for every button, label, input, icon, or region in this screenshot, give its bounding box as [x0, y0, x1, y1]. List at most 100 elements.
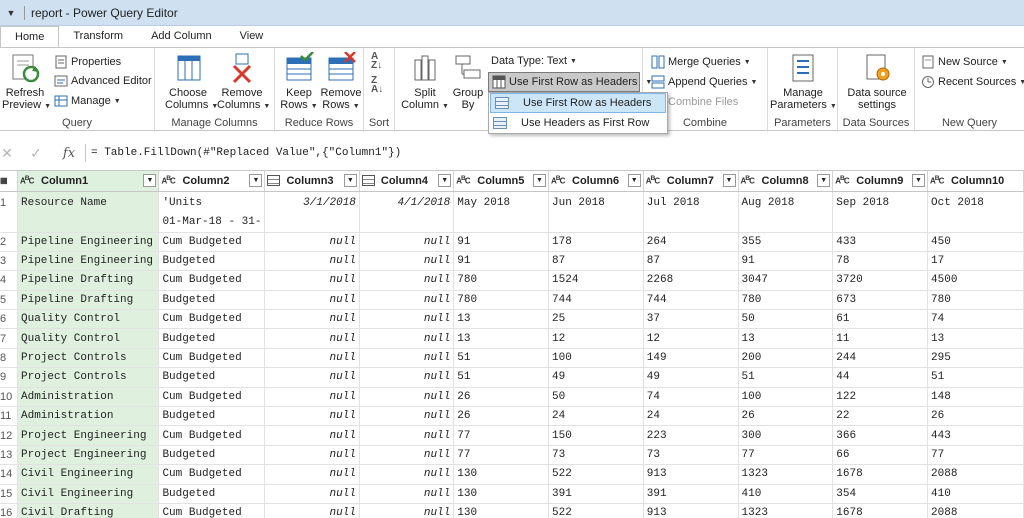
column-header-column7[interactable]: ABC Column7 ▼	[643, 171, 739, 192]
table-cell[interactable]: 91	[453, 251, 550, 272]
tab-home[interactable]: Home	[0, 26, 60, 49]
table-cell[interactable]: 148	[927, 387, 1024, 408]
table-cell[interactable]: 522	[548, 503, 644, 518]
column-header-column3[interactable]: Column3 ▼	[264, 171, 360, 192]
table-cell[interactable]: 100	[738, 387, 834, 408]
table-cell[interactable]: 1678	[832, 503, 929, 518]
table-cell[interactable]: 223	[643, 425, 739, 446]
table-cell[interactable]: 2088	[927, 464, 1024, 485]
column-header-column4[interactable]: Column4 ▼	[359, 171, 455, 192]
text-type-icon[interactable]: ABC	[161, 175, 177, 186]
menu-item-use-headers-as-first-row[interactable]: Use Headers as First Row	[489, 113, 667, 133]
table-cell[interactable]: Project Controls	[17, 348, 160, 369]
table-cell[interactable]: 100	[548, 348, 644, 369]
filter-dropdown-icon[interactable]: ▼	[627, 174, 641, 187]
menu-item-use-first-row[interactable]: Use First Row as Headers	[490, 93, 666, 113]
choose-columns-button[interactable]: Choose Columns ▼	[165, 52, 218, 113]
table-cell[interactable]: 26	[453, 406, 550, 427]
table-cell[interactable]: 24	[548, 406, 644, 427]
table-cell[interactable]: 780	[453, 270, 550, 291]
table-cell[interactable]: 295	[927, 348, 1024, 369]
customize-toolbar-icon[interactable]: ▼	[4, 6, 18, 20]
keep-rows-button[interactable]: Keep Rows ▼	[279, 51, 319, 113]
table-cell[interactable]: null	[264, 464, 360, 485]
table-cell[interactable]: 433	[832, 232, 929, 252]
data-source-settings-button[interactable]: Data source settings	[842, 52, 912, 111]
table-cell[interactable]: 51	[927, 367, 1024, 388]
fx-icon[interactable]: fx	[58, 146, 80, 161]
table-cell[interactable]: Oct 2018	[927, 191, 1024, 233]
table-cell[interactable]: 410	[927, 484, 1024, 504]
table-cell[interactable]: 91	[453, 232, 550, 252]
table-cell[interactable]: 410	[738, 484, 834, 504]
table-cell[interactable]: Project Engineering	[17, 445, 160, 466]
table-cell[interactable]: 122	[832, 387, 929, 408]
tab-transform[interactable]: Transform	[59, 26, 137, 48]
table-cell[interactable]: Jun 2018	[548, 191, 644, 233]
table-cell[interactable]: 'Units 01-Mar-18 - 31-	[158, 191, 266, 233]
filter-dropdown-icon[interactable]: ▼	[817, 174, 831, 187]
table-cell[interactable]: 780	[927, 290, 1024, 311]
refresh-preview-button[interactable]: Refresh Preview ▼	[2, 52, 51, 113]
table-cell[interactable]: 77	[453, 445, 550, 466]
row-number-header[interactable]: ▦	[0, 171, 18, 192]
text-type-icon[interactable]: ABC	[646, 175, 662, 186]
row-number[interactable]: 7	[0, 328, 18, 349]
table-cell[interactable]: 4/1/2018	[359, 191, 455, 233]
row-number[interactable]: 16	[0, 503, 18, 518]
advanced-editor-button[interactable]: Advanced Editor	[54, 72, 152, 90]
filter-dropdown-icon[interactable]: ▼	[343, 174, 357, 187]
table-cell[interactable]: Civil Engineering	[17, 464, 160, 485]
row-number[interactable]: 9	[0, 367, 18, 388]
split-column-button[interactable]: Split Column ▼	[401, 52, 449, 113]
table-cell[interactable]: null	[264, 445, 360, 466]
table-cell[interactable]: Pipeline Engineering	[17, 232, 160, 252]
filter-dropdown-icon[interactable]: ▼	[249, 174, 263, 187]
table-cell[interactable]: Cum Budgeted	[158, 503, 266, 518]
table-cell[interactable]: Quality Control	[17, 309, 160, 330]
table-cell[interactable]: 26	[738, 406, 834, 427]
table-cell[interactable]: Pipeline Drafting	[17, 270, 160, 291]
row-number[interactable]: 1	[0, 191, 18, 233]
table-cell[interactable]: 366	[832, 425, 929, 446]
table-cell[interactable]: 391	[548, 484, 644, 504]
manage-button[interactable]: Manage ▼	[54, 92, 121, 110]
table-cell[interactable]: 1524	[548, 270, 644, 291]
filter-dropdown-icon[interactable]: ▼	[438, 174, 452, 187]
table-cell[interactable]: 13	[927, 328, 1024, 349]
append-queries-button[interactable]: Append Queries ▼	[651, 73, 757, 91]
row-number[interactable]: 3	[0, 251, 18, 272]
table-cell[interactable]: null	[264, 251, 360, 272]
table-cell[interactable]: 61	[832, 309, 929, 330]
commit-icon[interactable]: ✓	[14, 145, 58, 162]
table-cell[interactable]: 12	[548, 328, 644, 349]
filter-dropdown-icon[interactable]: ▼	[533, 174, 547, 187]
table-cell[interactable]: 1323	[738, 503, 834, 518]
sort-ascending-button[interactable]: A Z↓	[371, 52, 382, 71]
table-cell[interactable]: 50	[548, 387, 644, 408]
column-header-column1[interactable]: ABC Column1 ▼	[17, 171, 160, 192]
table-cell[interactable]: May 2018	[453, 191, 550, 233]
table-cell[interactable]: Project Engineering	[17, 425, 160, 446]
table-cell[interactable]: 355	[738, 232, 834, 252]
column-header-column2[interactable]: ABC Column2 ▼	[158, 171, 266, 192]
table-cell[interactable]: null	[264, 348, 360, 369]
column-header-column5[interactable]: ABC Column5 ▼	[453, 171, 550, 192]
table-cell[interactable]: Civil Engineering	[17, 484, 160, 504]
text-type-icon[interactable]: ABC	[20, 175, 36, 186]
table-cell[interactable]: Cum Budgeted	[158, 309, 266, 330]
filter-dropdown-icon[interactable]: ▼	[912, 174, 926, 187]
row-number[interactable]: 11	[0, 406, 18, 427]
table-cell[interactable]: 780	[738, 290, 834, 311]
table-cell[interactable]: null	[264, 328, 360, 349]
row-number[interactable]: 14	[0, 464, 18, 485]
table-cell[interactable]: Budgeted	[158, 445, 266, 466]
table-cell[interactable]: 522	[548, 464, 644, 485]
table-cell[interactable]: null	[359, 425, 455, 446]
table-cell[interactable]: 25	[548, 309, 644, 330]
table-cell[interactable]: null	[359, 367, 455, 388]
table-cell[interactable]: Budgeted	[158, 367, 266, 388]
table-cell[interactable]: 13	[453, 309, 550, 330]
table-cell[interactable]: null	[264, 270, 360, 291]
filter-dropdown-icon[interactable]: ▼	[722, 174, 736, 187]
